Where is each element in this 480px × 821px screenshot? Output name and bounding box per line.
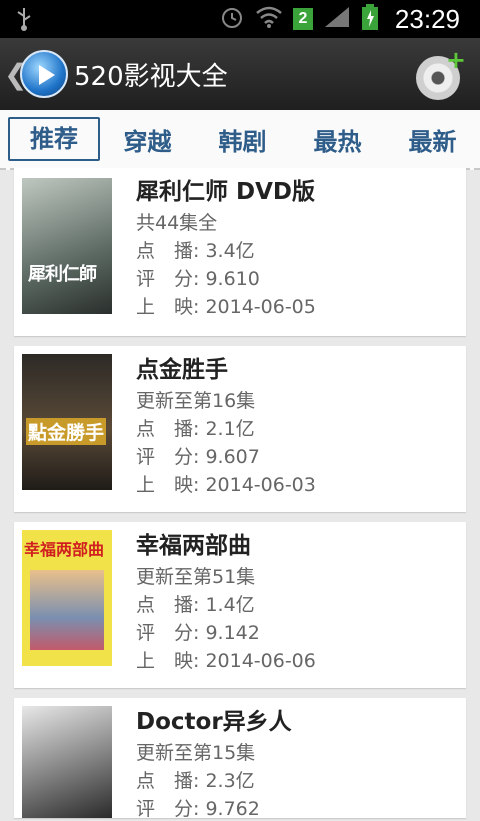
item-rating: 评 分: 9.610 xyxy=(136,268,260,290)
usb-icon xyxy=(14,6,34,36)
item-views: 点 播: 2.1亿 xyxy=(136,418,255,440)
list-item[interactable]: 幸福两部曲 幸福两部曲 更新至第51集 点 播: 1.4亿 评 分: 9.142… xyxy=(14,522,466,688)
tab-newest[interactable]: 最新 xyxy=(385,122,480,157)
clock: 23:29 xyxy=(394,3,460,34)
battery-icon xyxy=(361,3,379,35)
poster-image xyxy=(22,706,112,818)
poster-image: 犀利仁師 xyxy=(22,178,112,314)
play-logo-icon[interactable] xyxy=(20,50,68,98)
item-views: 点 播: 2.3亿 xyxy=(136,770,255,792)
item-episodes: 共44集全 xyxy=(136,212,218,234)
app-bar: ❮ 520影视大全 + xyxy=(0,38,480,110)
plus-icon: + xyxy=(445,46,466,74)
item-episodes: 更新至第51集 xyxy=(136,566,256,588)
status-bar: 2 23:29 xyxy=(0,0,480,38)
item-rating: 评 分: 9.142 xyxy=(136,622,260,644)
add-disc-button[interactable]: + xyxy=(414,48,466,100)
wifi-icon xyxy=(255,5,283,33)
poster-image: 幸福两部曲 xyxy=(22,530,112,666)
list-item[interactable]: 犀利仁師 犀利仁师 DVD版 共44集全 点 播: 3.4亿 评 分: 9.61… xyxy=(14,168,466,336)
tab-hottest[interactable]: 最热 xyxy=(290,122,385,157)
item-rating: 评 分: 9.762 xyxy=(136,798,260,820)
tab-korean-drama[interactable]: 韩剧 xyxy=(195,122,290,157)
item-title: 点金胜手 xyxy=(136,357,228,383)
list-item[interactable]: 點金勝手 点金胜手 更新至第16集 点 播: 2.1亿 评 分: 9.607 上… xyxy=(14,346,466,512)
item-title: 犀利仁师 DVD版 xyxy=(136,179,315,205)
item-title: 幸福两部曲 xyxy=(136,533,251,559)
item-views: 点 播: 3.4亿 xyxy=(136,240,255,262)
signal-icon xyxy=(323,5,351,33)
category-tabs: 推荐 穿越 韩剧 最热 最新 xyxy=(0,110,480,170)
item-title: Doctor异乡人 xyxy=(136,709,292,735)
item-release-date: 上 映: 2014-06-06 xyxy=(136,650,316,672)
sim-badge: 2 xyxy=(292,8,313,30)
item-views: 点 播: 1.4亿 xyxy=(136,594,255,616)
alarm-icon xyxy=(219,4,245,34)
item-release-date: 上 映: 2014-06-03 xyxy=(136,474,316,496)
item-release-date: 上 映: 2014-06-05 xyxy=(136,296,316,318)
item-rating: 评 分: 9.607 xyxy=(136,446,260,468)
poster-title: 幸福两部曲 xyxy=(24,540,105,559)
list-item[interactable]: Doctor异乡人 更新至第15集 点 播: 2.3亿 评 分: 9.762 xyxy=(14,698,466,820)
poster-title: 犀利仁師 xyxy=(28,264,97,285)
poster-image: 點金勝手 xyxy=(22,354,112,490)
tab-time-travel[interactable]: 穿越 xyxy=(100,122,195,157)
poster-title: 點金勝手 xyxy=(26,418,107,445)
tab-recommended[interactable]: 推荐 xyxy=(8,117,100,161)
app-title: 520影视大全 xyxy=(74,62,228,92)
item-episodes: 更新至第16集 xyxy=(136,390,256,412)
item-episodes: 更新至第15集 xyxy=(136,742,256,764)
